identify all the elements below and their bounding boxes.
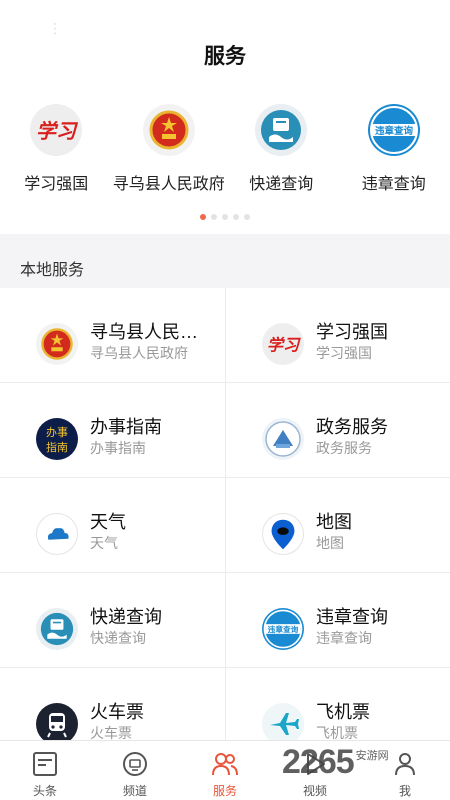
service-row: 办事 指南 办事指南 办事指南 政务服务 政务服务	[0, 383, 450, 478]
service-subtitle: 办事指南	[90, 440, 146, 456]
traffic-violation-icon: 违章查询	[262, 608, 304, 650]
service-title: 政务服务	[316, 417, 388, 437]
tab-label: 频道	[122, 784, 147, 798]
service-title: 火车票	[90, 702, 144, 722]
service-row: 天气 天气 地图 地图	[0, 478, 450, 573]
pagination-dot[interactable]	[222, 214, 228, 220]
service-item-xuexi[interactable]: 学习 学习强国 学习强国	[225, 288, 450, 383]
service-subtitle: 地图	[316, 535, 344, 551]
page-title: 服务	[204, 45, 246, 68]
carousel-item-violation[interactable]: 违章查询 违章查询	[338, 96, 450, 208]
xuexi-qiangguo-icon: 学习	[262, 323, 304, 365]
quick-service-carousel[interactable]: 学习 学习强国 寻乌县人民政府 快递查询 违章查询 违章查询	[0, 96, 450, 208]
weather-cloud-icon	[36, 513, 78, 555]
pagination-dot[interactable]	[233, 214, 239, 220]
service-subtitle: 学习强国	[316, 345, 372, 361]
service-subtitle: 政务服务	[316, 440, 372, 456]
service-title: 飞机票	[316, 702, 370, 722]
carousel-label: 学习强国	[24, 176, 89, 193]
traffic-violation-icon: 违章查询	[367, 104, 420, 156]
national-emblem-icon	[142, 104, 195, 156]
service-title: 天气	[90, 512, 126, 532]
page-header: ⋮ 服务	[0, 0, 450, 96]
service-item-government[interactable]: 寻乌县人民… 寻乌县人民政府	[0, 288, 225, 383]
tab-label: 头条	[32, 784, 57, 798]
guide-icon-text-bottom: 指南	[46, 440, 68, 454]
service-item-gov-service[interactable]: 政务服务 政务服务	[225, 383, 450, 478]
pagination-dot[interactable]	[200, 214, 206, 220]
service-item-express[interactable]: 快递查询 快递查询	[0, 573, 225, 668]
service-subtitle: 违章查询	[316, 630, 372, 646]
service-guide-icon: 办事 指南	[36, 418, 78, 460]
service-title: 违章查询	[316, 607, 388, 627]
service-item-guide[interactable]: 办事 指南 办事指南 办事指南	[0, 383, 225, 478]
service-grid: 寻乌县人民… 寻乌县人民政府 学习 学习强国 学习强国 办事 指南 办事指南 办…	[0, 288, 450, 763]
service-item-map[interactable]: 地图 地图	[225, 478, 450, 573]
service-subtitle: 寻乌县人民政府	[90, 345, 188, 361]
service-people-icon	[210, 749, 240, 779]
watermark-text: 安游网	[355, 750, 389, 762]
svg-text:学习: 学习	[267, 335, 301, 354]
service-title: 学习强国	[316, 322, 388, 342]
service-title: 寻乌县人民…	[90, 322, 198, 342]
carousel-item-express[interactable]: 快递查询	[225, 96, 338, 208]
violation-icon-text: 违章查询	[375, 125, 414, 137]
service-title: 地图	[316, 512, 352, 532]
more-icon[interactable]	[378, 20, 408, 36]
tab-label: 我	[398, 784, 411, 798]
service-title: 快递查询	[90, 607, 162, 627]
service-subtitle: 天气	[90, 535, 118, 551]
pagination-dot[interactable]	[211, 214, 217, 220]
carousel-label: 寻乌县人民政府	[112, 176, 225, 193]
violation-icon-text: 违章查询	[268, 624, 299, 634]
channel-icon	[120, 749, 150, 779]
carousel-label: 违章查询	[361, 176, 426, 193]
guide-icon-text-top: 办事	[46, 426, 68, 439]
service-item-weather[interactable]: 天气 天气	[0, 478, 225, 573]
local-service-header: 本地服务	[0, 234, 450, 288]
pagination-dot[interactable]	[244, 214, 250, 220]
watermark-number: 2265	[282, 742, 355, 781]
service-item-violation[interactable]: 违章查询 违章查询 违章查询	[225, 573, 450, 668]
tab-label: 服务	[212, 784, 237, 798]
site-watermark: 2265 安游网	[282, 742, 442, 782]
service-row: 寻乌县人民… 寻乌县人民政府 学习 学习强国 学习强国	[0, 288, 450, 383]
headline-icon	[30, 749, 60, 779]
map-pin-icon	[262, 513, 304, 555]
service-title: 办事指南	[90, 417, 162, 437]
svg-text:学习: 学习	[36, 119, 79, 143]
carousel-item-government[interactable]: 寻乌县人民政府	[113, 96, 226, 208]
express-delivery-icon	[255, 104, 308, 156]
service-row: 快递查询 快递查询 违章查询 违章查询 违章查询	[0, 573, 450, 668]
carousel-pagination	[0, 214, 450, 220]
carousel-label: 快递查询	[249, 176, 314, 193]
xuexi-qiangguo-icon: 学习	[30, 104, 83, 156]
train-icon	[36, 703, 78, 745]
express-delivery-icon	[36, 608, 78, 650]
service-subtitle: 快递查询	[90, 630, 146, 646]
tab-headline[interactable]: 头条	[0, 741, 90, 800]
tab-service[interactable]: 服务	[180, 741, 270, 800]
government-service-icon	[262, 418, 304, 460]
tab-label: 视频	[302, 784, 327, 798]
back-icon[interactable]: ⋮	[48, 20, 62, 36]
tab-channel[interactable]: 频道	[90, 741, 180, 800]
airplane-icon	[262, 703, 304, 745]
national-emblem-icon	[36, 323, 78, 365]
carousel-item-xuexi[interactable]: 学习 学习强国	[0, 96, 113, 208]
section-title: 本地服务	[20, 262, 85, 279]
